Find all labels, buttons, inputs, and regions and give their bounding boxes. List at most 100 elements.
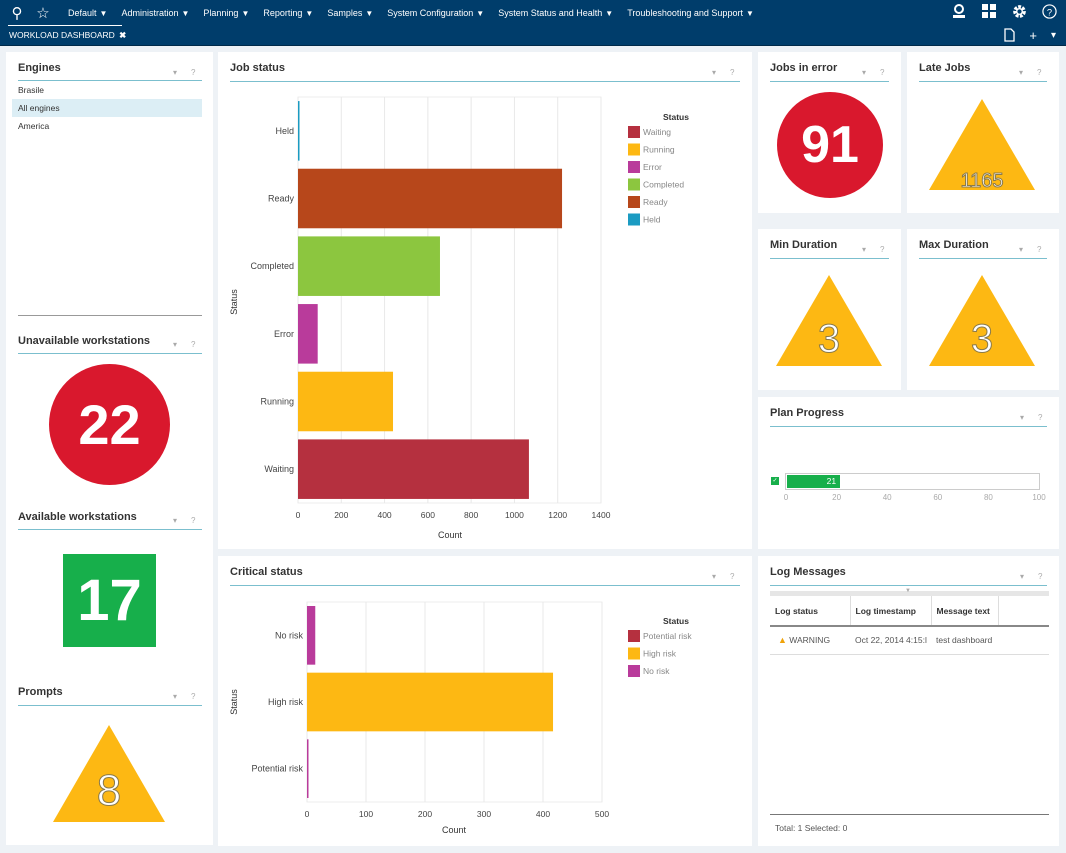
bar-ready[interactable] — [298, 168, 563, 229]
legend-swatch[interactable] — [628, 178, 640, 191]
panel-help-icon[interactable]: ? — [191, 340, 195, 349]
table-row[interactable]: ▲ WARNING Oct 22, 2014 4:15:l test dashb… — [770, 626, 1049, 654]
panel-menu-icon[interactable]: ▾ — [862, 68, 866, 77]
panel-help-icon[interactable]: ? — [1037, 68, 1041, 77]
help-icon[interactable]: ? — [1040, 4, 1058, 23]
unavailable-workstations-badge[interactable]: 22 — [49, 364, 170, 485]
table-footer-divider — [770, 814, 1049, 815]
legend-swatch[interactable] — [628, 647, 640, 660]
legend-label: Running — [643, 145, 675, 155]
column-header-message-text[interactable]: Message text — [931, 596, 999, 626]
column-header-log-timestamp[interactable]: Log timestamp — [850, 596, 932, 626]
y-tick-label: High risk — [268, 697, 304, 707]
panel-menu-icon[interactable]: ▾ — [173, 516, 177, 525]
x-tick-label: 500 — [595, 809, 609, 819]
title-divider — [18, 353, 202, 354]
bar-completed[interactable] — [298, 236, 440, 296]
tab-workload-dashboard[interactable]: WORKLOAD DASHBOARD ✖ — [9, 30, 126, 41]
top-navigation-bar: ⚲ ☆ Default ▼ Administration ▼ Planning ▼ R… — [0, 0, 1066, 46]
search-icon[interactable]: ⚲ — [6, 4, 28, 22]
progress-tick-label: 100 — [1032, 493, 1046, 502]
jobs-in-error-title: Jobs in error — [770, 62, 838, 74]
progress-tick-label: 40 — [882, 493, 892, 502]
panel-menu-icon[interactable]: ▾ — [173, 340, 177, 349]
menu-reporting[interactable]: Reporting ▼ — [263, 8, 313, 18]
panel-help-icon[interactable]: ? — [1038, 572, 1042, 581]
add-icon[interactable]: + — [1029, 28, 1037, 45]
panel-help-icon[interactable]: ? — [880, 245, 884, 254]
legend-swatch[interactable] — [628, 630, 640, 642]
log-status-cell: ▲ WARNING — [770, 626, 850, 654]
legend-swatch[interactable] — [628, 143, 640, 156]
chevron-down-icon: ▼ — [745, 9, 754, 18]
engine-list-item-selected[interactable]: All engines — [12, 99, 202, 117]
panel-help-icon[interactable]: ? — [191, 692, 195, 701]
panel-menu-icon[interactable]: ▾ — [173, 692, 177, 701]
panel-menu-icon[interactable]: ▾ — [173, 68, 177, 77]
panel-menu-icon[interactable]: ▾ — [862, 245, 866, 254]
engine-list-item[interactable]: America — [12, 117, 202, 135]
panel-menu-icon[interactable]: ▾ — [1019, 68, 1023, 77]
chevron-down-icon: ▼ — [365, 9, 374, 18]
legend-swatch[interactable] — [628, 196, 640, 208]
legend-swatch[interactable] — [628, 213, 640, 226]
panel-menu-icon[interactable]: ▾ — [1020, 572, 1024, 581]
active-indicator — [8, 25, 122, 26]
x-tick-label: 1000 — [505, 510, 524, 520]
bar-error[interactable] — [298, 304, 318, 364]
bar-running[interactable] — [298, 371, 394, 432]
apps-grid-icon[interactable] — [980, 4, 998, 23]
menu-label: Default — [68, 8, 97, 18]
progress-tick-label: 80 — [983, 493, 993, 502]
x-tick-label: 800 — [464, 510, 478, 520]
panel-help-icon[interactable]: ? — [191, 68, 195, 77]
user-icon[interactable] — [950, 4, 968, 23]
legend-checkbox-icon[interactable]: ✓ — [771, 477, 779, 485]
progress-tick-label: 0 — [783, 493, 789, 502]
jobs-in-error-badge[interactable]: 91 — [777, 92, 883, 198]
settings-gear-icon[interactable] — [1010, 4, 1028, 23]
menu-system-configuration[interactable]: System Configuration ▼ — [387, 8, 484, 18]
engine-list-item[interactable]: Brasile — [12, 81, 202, 99]
title-divider — [770, 585, 1047, 586]
panel-help-icon[interactable]: ? — [1037, 245, 1041, 254]
collapse-chevron-icon[interactable]: ▼ — [905, 588, 911, 594]
legend-label: Held — [643, 215, 661, 225]
panel-menu-icon[interactable]: ▾ — [1020, 413, 1024, 422]
close-tab-icon[interactable]: ✖ — [119, 30, 126, 40]
menu-administration[interactable]: Administration ▼ — [121, 8, 189, 18]
panel-menu-icon[interactable]: ▾ — [1019, 245, 1023, 254]
menu-samples[interactable]: Samples ▼ — [327, 8, 373, 18]
menu-default[interactable]: Default ▼ — [68, 8, 107, 18]
bar-waiting[interactable] — [298, 439, 529, 499]
legend-swatch[interactable] — [628, 665, 640, 677]
new-page-icon[interactable] — [1004, 28, 1016, 45]
menu-system-status-health[interactable]: System Status and Health ▼ — [498, 8, 613, 18]
y-tick-label: Running — [260, 397, 294, 407]
list-bottom-divider — [18, 315, 202, 316]
chevron-down-icon: ▼ — [181, 9, 190, 18]
y-axis-label: Status — [229, 289, 239, 315]
chevron-down-icon: ▼ — [99, 9, 108, 18]
legend-swatch[interactable] — [628, 126, 640, 138]
bar-high-risk[interactable] — [307, 672, 554, 732]
bar-potential-risk[interactable] — [307, 739, 309, 798]
panel-help-icon[interactable]: ? — [191, 516, 195, 525]
menu-planning[interactable]: Planning ▼ — [203, 8, 249, 18]
title-divider — [770, 81, 889, 82]
legend-label: Waiting — [643, 127, 671, 137]
legend-swatch[interactable] — [628, 161, 640, 173]
panel-help-icon[interactable]: ? — [880, 68, 884, 77]
bar-held[interactable] — [298, 101, 300, 161]
favorite-star-icon[interactable]: ☆ — [32, 4, 54, 22]
column-header-log-status[interactable]: Log status — [770, 596, 851, 626]
legend-label: High risk — [643, 649, 677, 659]
panel-help-icon[interactable]: ? — [1038, 413, 1042, 422]
more-dropdown-icon[interactable]: ▾ — [1051, 28, 1056, 45]
bar-no-risk[interactable] — [307, 606, 316, 665]
engine-label: America — [18, 121, 50, 131]
engines-title: Engines — [18, 62, 61, 74]
available-workstations-badge[interactable]: 17 — [63, 554, 156, 647]
x-tick-label: 1200 — [548, 510, 567, 520]
menu-troubleshooting-support[interactable]: Troubleshooting and Support ▼ — [627, 8, 754, 18]
